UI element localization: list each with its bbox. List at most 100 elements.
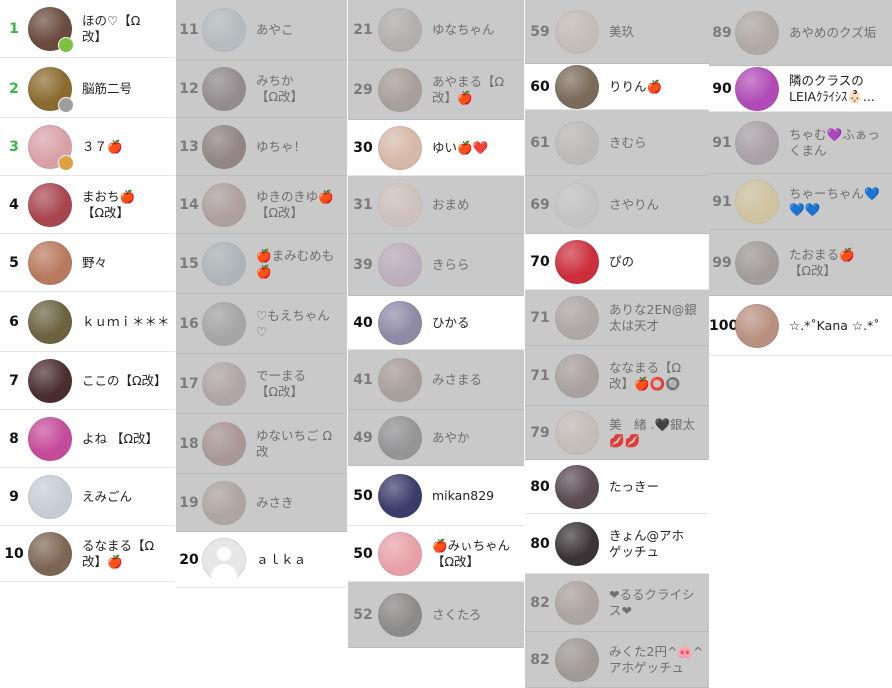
avatar[interactable] [28,182,72,227]
ranking-row[interactable]: 31 おまめ [348,176,524,234]
ranking-row[interactable]: 18 ゆないちご Ω 改 [176,414,347,474]
ranking-row[interactable]: 52 さくたろ [348,582,524,648]
ranking-row[interactable]: 59 美玖 [525,0,709,64]
avatar[interactable] [378,357,422,402]
ranking-row[interactable]: 71 ななまる【Ω 改】🍎⭕🔘 [525,346,709,406]
avatar[interactable] [378,592,422,637]
ranking-row[interactable]: 50 mikan829 [348,466,524,526]
avatar[interactable] [735,10,779,55]
avatar[interactable] [555,410,599,455]
avatar[interactable] [28,66,74,113]
ranking-row[interactable]: 91 ちゃむ💜ふぁっ くまん [709,112,892,174]
ranking-row[interactable]: 99 たおまる🍎 【Ω改】 [709,230,892,296]
avatar[interactable] [202,361,246,406]
avatar[interactable] [735,303,779,348]
ranking-row[interactable]: 61 きむら [525,110,709,176]
ranking-row[interactable]: 82 みくた2円^🐽^ アホゲッチュ [525,632,709,688]
ranking-row[interactable]: 100 ☆.*˚Kana ☆.*˚ [709,296,892,356]
ranking-row[interactable]: 71 ありな2EN@銀 太は天才 [525,290,709,346]
avatar[interactable] [555,637,599,682]
avatar[interactable] [735,179,779,224]
avatar[interactable] [28,124,74,171]
user-name: るなまる【Ω 改】🍎 [82,537,155,569]
avatar[interactable] [735,120,779,165]
ranking-row[interactable]: 60 りりん🍎 [525,64,709,110]
avatar[interactable] [28,474,72,519]
ranking-row[interactable]: 10 るなまる【Ω 改】🍎 [0,526,175,582]
avatar[interactable] [28,6,74,53]
ranking-row[interactable]: 91 ちゃーちゃん💙 💙💙 [709,174,892,230]
ranking-row[interactable]: 50 🍎みぃちゃん 【Ω改】 [348,526,524,582]
avatar[interactable] [28,299,72,344]
ranking-row[interactable]: 15 🍎まみむめも 🍎 [176,234,347,294]
avatar[interactable] [202,537,246,582]
ranking-row[interactable]: 14 ゆきのきゆ🍎 【Ω改】 [176,176,347,234]
ranking-row[interactable]: 70 ぴの [525,234,709,290]
rank-number: 80 [530,478,550,495]
ranking-row[interactable]: 89 あやめのクズ垢 [709,0,892,66]
avatar[interactable] [555,464,599,509]
ranking-row[interactable]: 49 あやか [348,410,524,466]
avatar[interactable] [555,353,599,398]
avatar[interactable] [378,415,422,460]
avatar[interactable] [555,9,599,54]
ranking-row[interactable]: 9 えみごん [0,468,175,526]
ranking-row[interactable]: 90 隣のクラスの LEIAｸﾗｲｼｽ👶🏻... [709,66,892,112]
avatar[interactable] [378,7,422,52]
avatar[interactable] [202,7,246,52]
ranking-row[interactable]: 3 ３７🍎 [0,118,175,176]
avatar[interactable] [378,531,422,576]
avatar[interactable] [378,473,422,518]
ranking-row[interactable]: 8 よね 【Ω改】 [0,410,175,468]
ranking-row[interactable]: 2 脳筋二号 [0,60,175,118]
avatar[interactable] [378,300,422,345]
ranking-row[interactable]: 21 ゆなちゃん [348,0,524,60]
ranking-row[interactable]: 29 あやまる【Ω 改】🍎 [348,60,524,120]
ranking-row[interactable]: 82 ❤るるクライシ ス❤ [525,574,709,632]
avatar[interactable] [378,125,422,170]
avatar[interactable] [735,66,779,111]
ranking-row[interactable]: 17 でーまる 【Ω改】 [176,354,347,414]
ranking-row[interactable]: 80 きょん@アホ ゲッチュ [525,514,709,574]
ranking-row[interactable]: 13 ゆちゃ！ [176,118,347,176]
avatar[interactable] [28,416,72,461]
ranking-row[interactable]: 80 たっきー [525,460,709,514]
avatar[interactable] [555,580,599,625]
ranking-row[interactable]: 6 ｋｕｍｉ＊＊＊ [0,292,175,352]
ranking-row[interactable]: 41 みさまる [348,350,524,410]
ranking-row[interactable]: 69 さやりん [525,176,709,234]
ranking-row[interactable]: 39 きらら [348,234,524,296]
ranking-row[interactable]: 79 美 緒 .🖤銀太 💋💋 [525,406,709,460]
avatar[interactable] [378,67,422,112]
ranking-row[interactable]: 11 あやこ [176,0,347,60]
ranking-row[interactable]: 16 ♡もえちゃん ♡ [176,294,347,354]
avatar[interactable] [202,301,246,346]
avatar[interactable] [202,66,246,111]
avatar[interactable] [555,182,599,227]
avatar[interactable] [555,120,599,165]
ranking-row[interactable]: 40 ひかる [348,296,524,350]
ranking-row[interactable]: 4 まおち🍎 【Ω改】 [0,176,175,234]
avatar[interactable] [28,531,72,576]
ranking-row[interactable]: 1 ほの♡【Ω 改】 [0,0,175,58]
ranking-row[interactable]: 19 みさき [176,474,347,532]
avatar[interactable] [555,295,599,340]
avatar[interactable] [735,240,779,285]
avatar[interactable] [555,64,599,109]
ranking-row[interactable]: 30 ゆい🍎❤️ [348,120,524,176]
avatar[interactable] [28,240,72,285]
avatar[interactable] [555,239,599,284]
avatar[interactable] [28,358,72,403]
ranking-row[interactable]: 7 ここの【Ω改】 [0,352,175,410]
avatar[interactable] [555,521,599,566]
avatar[interactable] [202,421,246,466]
avatar[interactable] [378,242,422,287]
avatar[interactable] [202,480,246,525]
avatar[interactable] [378,182,422,227]
avatar[interactable] [202,241,246,286]
ranking-row[interactable]: 5 野々 [0,234,175,292]
ranking-row[interactable]: 20 ａｌｋａ [176,532,347,588]
avatar[interactable] [202,182,246,227]
ranking-row[interactable]: 12 みちか 【Ω改】 [176,60,347,118]
avatar[interactable] [202,124,246,169]
